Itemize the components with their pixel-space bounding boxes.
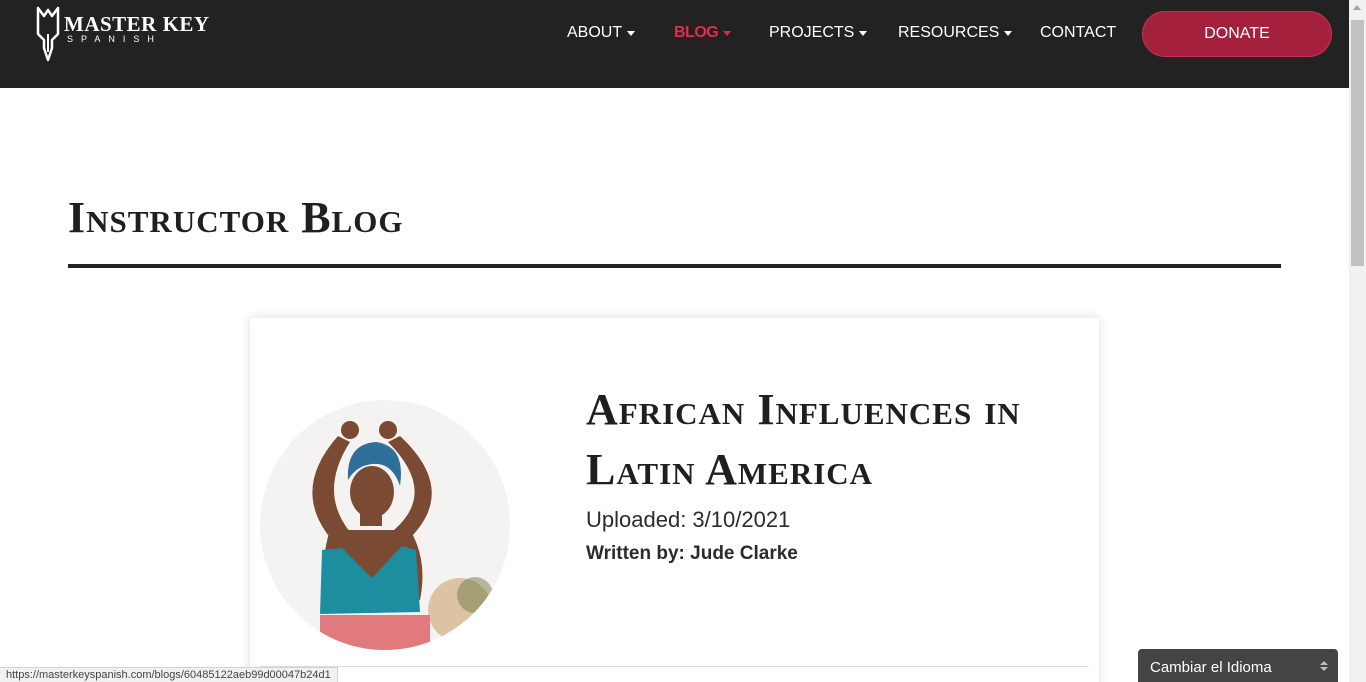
nav-projects[interactable]: PROJECTS bbox=[769, 24, 868, 42]
title-divider bbox=[68, 264, 1281, 268]
brand-logo-link[interactable]: MASTER KEY SPANISH bbox=[34, 4, 209, 64]
page-scrollbar[interactable] bbox=[1349, 0, 1366, 682]
status-bar-url: https://masterkeyspanish.com/blogs/60485… bbox=[0, 667, 338, 682]
scroll-up-arrow-icon[interactable] bbox=[1353, 5, 1361, 10]
nav-blog-label: BLOG bbox=[674, 24, 719, 41]
nav-contact[interactable]: CONTACT bbox=[1040, 24, 1116, 42]
caret-down-icon bbox=[1004, 30, 1013, 36]
caret-down-icon bbox=[723, 30, 732, 36]
nav-resources-label: RESOURCES bbox=[898, 24, 1000, 41]
nav-contact-label: CONTACT bbox=[1040, 24, 1117, 41]
language-select[interactable]: Cambiar el Idioma bbox=[1138, 649, 1338, 682]
page-title: Instructor Blog bbox=[68, 193, 404, 242]
nav-about-label: ABOUT bbox=[567, 24, 623, 41]
navbar: MASTER KEY SPANISH ABOUT BLOG PROJECTS R… bbox=[0, 0, 1349, 88]
blog-card: African Influences in Latin America Uplo… bbox=[250, 318, 1099, 682]
caret-down-icon bbox=[627, 30, 636, 36]
blog-post-image[interactable] bbox=[260, 400, 510, 650]
caret-down-icon bbox=[859, 30, 868, 36]
nav-projects-label: PROJECTS bbox=[769, 24, 855, 41]
key-icon bbox=[36, 6, 60, 62]
nav-resources[interactable]: RESOURCES bbox=[898, 24, 1013, 42]
nav-blog[interactable]: BLOG bbox=[674, 24, 732, 42]
nav-about[interactable]: ABOUT bbox=[567, 24, 636, 42]
donate-button[interactable]: DONATE bbox=[1142, 11, 1332, 57]
blog-post-title[interactable]: African Influences in Latin America bbox=[586, 380, 1086, 500]
scrollbar-thumb[interactable] bbox=[1351, 20, 1364, 266]
blog-post-date: Uploaded: 3/10/2021 bbox=[586, 507, 791, 532]
blog-post-author: Written by: Jude Clarke bbox=[586, 543, 798, 564]
select-arrows-icon bbox=[1320, 661, 1328, 673]
language-select-label: Cambiar el Idioma bbox=[1150, 659, 1272, 676]
card-divider bbox=[260, 666, 1089, 667]
brand-subtitle: SPANISH bbox=[67, 34, 162, 44]
